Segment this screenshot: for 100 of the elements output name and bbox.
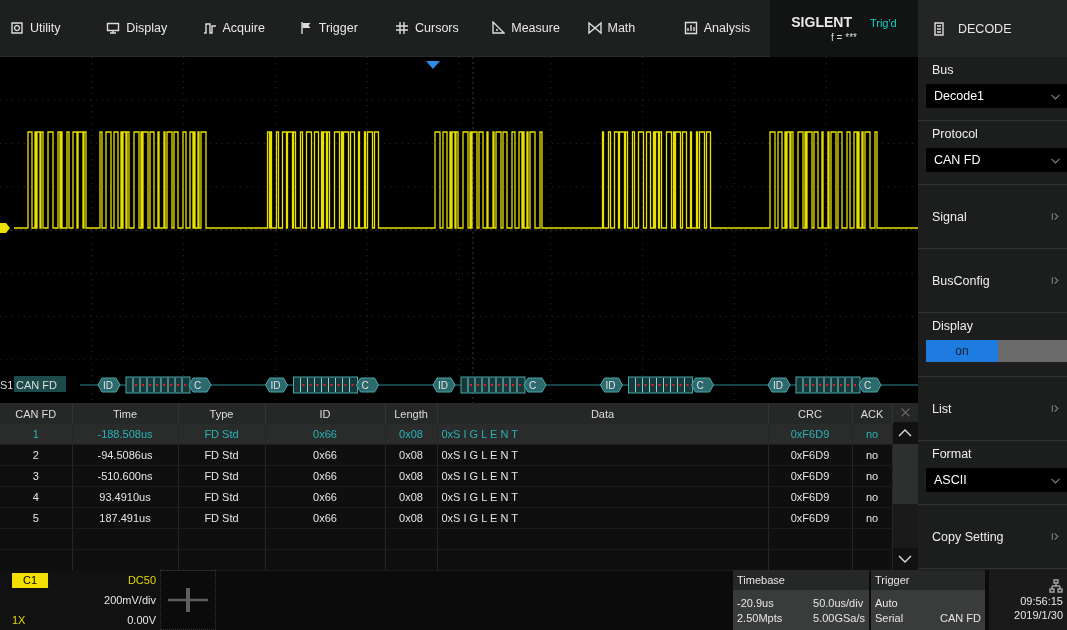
column-header: ID xyxy=(265,403,385,424)
timebase-value: 2.50Mpts xyxy=(737,611,783,624)
table-cell: FD Std xyxy=(178,444,265,466)
timebase-panel[interactable]: -20.9us 50.0us/div 2.50Mpts 5.00GSa/s xyxy=(733,590,869,630)
clock-date: 2019/1/30 xyxy=(1014,609,1063,621)
column-header: Type xyxy=(178,403,265,424)
menu-button[interactable]: Display xyxy=(96,0,193,57)
table-cell: 3 xyxy=(0,465,72,487)
menu-item[interactable]: BusConfig xyxy=(918,249,1067,313)
data-field-drawing xyxy=(628,376,693,394)
table-cell: 2 xyxy=(0,444,72,466)
chart-icon xyxy=(683,21,698,35)
bus-label: CAN FD xyxy=(14,376,66,392)
channel-badge[interactable]: C1 xyxy=(12,573,48,588)
menu-label: Bus xyxy=(932,63,955,77)
table-cell: 0xF6D9 xyxy=(768,507,852,529)
monitor-icon xyxy=(106,21,121,35)
submenu-arrow-icon xyxy=(1050,211,1061,222)
document-icon xyxy=(932,21,946,36)
pulse-icon xyxy=(202,21,217,35)
data-field-drawing xyxy=(293,376,358,394)
timebase-value: 5.00GSa/s xyxy=(813,611,865,624)
table-cell: 0x08 xyxy=(385,507,437,529)
table-row[interactable]: 1 -188.508us FD Std 0x66 0x08 0xS I G L E N T 0xF6D9 no xyxy=(0,424,892,445)
menu-button[interactable]: Trigger xyxy=(288,0,385,57)
table-cell: FD Std xyxy=(178,465,265,487)
trigger-position-icon xyxy=(426,61,440,69)
column-header: Length xyxy=(385,403,437,424)
trigger-status: Trig'd xyxy=(869,17,897,29)
bus-source-label: S1 xyxy=(0,379,14,391)
column-header: Time xyxy=(72,403,178,424)
column-header: Data xyxy=(437,403,768,424)
menu-button[interactable]: Cursors xyxy=(385,0,482,57)
trigger-value: CAN FD xyxy=(940,611,981,624)
plus-icon xyxy=(168,588,208,612)
id-field-marker: ID xyxy=(600,377,623,393)
table-row[interactable]: 3 -510.600ns FD Std 0x66 0x08 0xS I G L E N T 0xF6D9 no xyxy=(0,465,892,487)
table-cell: 4 xyxy=(0,486,72,508)
toggle-switch[interactable]: on xyxy=(926,340,1067,362)
channel-info-panel[interactable]: C1 DC50 200mV/div 1X 0.00V xyxy=(0,570,160,630)
table-cell: no xyxy=(852,507,892,529)
menu-item[interactable]: Signal xyxy=(918,185,1067,249)
table-cell: 0x08 xyxy=(385,486,437,508)
table-cell: 1 xyxy=(0,424,72,445)
crc-field-marker: C xyxy=(356,377,379,393)
table-cell: 93.4910us xyxy=(72,486,178,508)
trigger-value: Serial xyxy=(875,611,904,624)
dropdown[interactable]: Decode1 xyxy=(926,84,1067,108)
coupling-label: DC50 xyxy=(126,574,157,586)
clock-time: 09:56:15 xyxy=(1020,595,1063,607)
menu-label: Format xyxy=(932,447,973,461)
table-cell: no xyxy=(852,465,892,487)
scrollbar-thumb[interactable] xyxy=(892,444,918,504)
crc-field-marker: C xyxy=(691,377,714,393)
menu-item[interactable]: Copy Setting xyxy=(918,505,1067,569)
table-cell: 0xF6D9 xyxy=(768,486,852,508)
table-cell: FD Std xyxy=(178,507,265,529)
menu-button[interactable]: Measure xyxy=(481,0,578,57)
table-cell: 0x66 xyxy=(265,465,385,487)
column-header: ACK xyxy=(852,403,892,424)
menu-button[interactable]: Acquire xyxy=(192,0,289,57)
trigger-value: Auto xyxy=(875,596,899,609)
math-icon xyxy=(587,21,602,35)
probe-ratio: 1X xyxy=(11,614,27,626)
data-field-drawing xyxy=(460,376,526,394)
table-cell: no xyxy=(852,424,892,445)
dropdown[interactable]: ASCII xyxy=(926,468,1067,492)
table-cell: -510.600ns xyxy=(72,465,178,487)
table-row[interactable]: 5 187.491us FD Std 0x66 0x08 0xS I G L E N T 0xF6D9 no xyxy=(0,507,892,529)
table-cell: 0xS I G L E N T xyxy=(437,507,768,529)
table-cell: FD Std xyxy=(178,486,265,508)
table-cell: no xyxy=(852,444,892,466)
menu-button[interactable]: Utility xyxy=(0,0,97,57)
id-field-marker: ID xyxy=(97,377,121,393)
add-channel-button[interactable] xyxy=(160,570,216,630)
vertical-scale: 200mV/div xyxy=(103,594,157,606)
data-field-drawing xyxy=(795,376,861,394)
table-cell: 0x66 xyxy=(265,444,385,466)
table-row[interactable]: 2 -94.5086us FD Std 0x66 0x08 0xS I G L E N T 0xF6D9 no xyxy=(0,444,892,466)
menu-button[interactable]: Math xyxy=(577,0,674,57)
table-row[interactable]: 4 93.4910us FD Std 0x66 0x08 0xS I G L E N T 0xF6D9 no xyxy=(0,486,892,508)
crc-field-marker: C xyxy=(523,377,547,393)
timebase-value: -20.9us xyxy=(737,596,775,609)
table-cell: 187.491us xyxy=(72,507,178,529)
table-cell: 0x66 xyxy=(265,486,385,508)
menu-item[interactable]: List xyxy=(918,377,1067,441)
table-cell: -94.5086us xyxy=(72,444,178,466)
table-cell: 0xF6D9 xyxy=(768,444,852,466)
frequency-readout: f = *** xyxy=(831,32,857,43)
menu-button[interactable]: Analysis xyxy=(673,0,770,57)
menu-title: DECODE xyxy=(958,21,1012,36)
table-cell: 0x66 xyxy=(265,424,385,445)
column-header: CAN FD xyxy=(0,403,72,424)
id-field-marker: ID xyxy=(432,377,456,393)
trigger-panel[interactable]: Auto Serial CAN FD xyxy=(871,590,985,630)
close-icon[interactable] xyxy=(899,407,911,418)
dropdown[interactable]: CAN FD xyxy=(926,148,1067,172)
table-cell: 0xS I G L E N T xyxy=(437,424,768,445)
timebase-value: 50.0us/div xyxy=(813,596,865,609)
id-field-marker: ID xyxy=(767,377,791,393)
